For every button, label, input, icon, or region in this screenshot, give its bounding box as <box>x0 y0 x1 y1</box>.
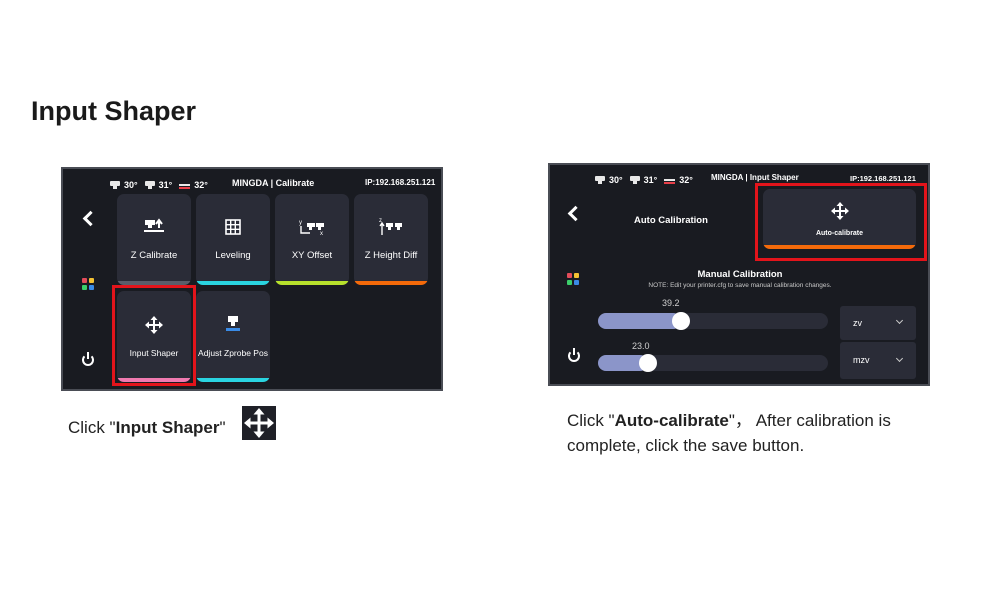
bed-temp: 32° <box>679 175 693 185</box>
tile-bar <box>196 378 270 382</box>
power-icon[interactable] <box>567 348 581 362</box>
slider-knob[interactable] <box>639 354 657 372</box>
caption-text: Click " <box>567 411 615 430</box>
page-title: Input Shaper <box>31 96 197 126</box>
caption-text: Click " <box>68 418 116 437</box>
tile-bar <box>196 281 270 285</box>
caption-text: complete, click the save button. <box>567 436 805 455</box>
tile-label: Leveling <box>215 250 251 261</box>
calibrate-screen: 30° 31° 32° MINGDA | Calibrate IP:192.16… <box>61 167 443 391</box>
apps-icon[interactable] <box>82 278 94 290</box>
nozzle-icon <box>595 175 605 185</box>
manual-calibration-title: Manual Calibration <box>697 269 783 280</box>
z-calibrate-icon <box>143 218 165 238</box>
svg-text:x: x <box>320 231 323 236</box>
select-value: zv <box>853 318 862 328</box>
xy-offset-icon: yx <box>298 218 326 240</box>
select-value: mzv <box>853 355 870 365</box>
frequency-slider[interactable] <box>598 354 828 372</box>
tile-label: XY Offset <box>291 250 333 261</box>
chevron-down-icon <box>895 354 904 363</box>
nozzle1-temp: 30° <box>609 175 623 185</box>
nozzle-icon <box>110 180 120 190</box>
tile-leveling[interactable]: Leveling <box>196 194 270 285</box>
z-height-icon: z <box>378 216 404 240</box>
tile-label: Z Height Diff <box>364 250 418 261</box>
tile-bar <box>354 281 428 285</box>
tile-label: Z Calibrate <box>130 250 178 261</box>
caption-bold: Input Shaper <box>115 418 220 437</box>
tile-label: Adjust Zprobe Pos <box>198 348 268 358</box>
highlight-box <box>112 285 196 386</box>
bed-temp: 32° <box>194 180 208 190</box>
slider-knob[interactable] <box>672 312 690 330</box>
caption-step-1: Click "Input Shaper" <box>68 415 226 440</box>
heated-bed-icon <box>664 176 676 185</box>
tile-z-height-diff[interactable]: z Z Height Diff <box>354 194 428 285</box>
frequency-slider[interactable] <box>598 312 828 330</box>
tile-adjust-zprobe-pos[interactable]: Adjust Zprobe Pos <box>196 291 270 382</box>
caption-text: " <box>219 418 226 437</box>
tile-z-calibrate[interactable]: Z Calibrate <box>117 194 191 285</box>
chevron-down-icon <box>895 316 904 325</box>
svg-text:y: y <box>299 220 302 226</box>
caption-bold: Auto-calibrate <box>614 411 729 430</box>
caption-step-2: Click "Auto-calibrate"， After calibratio… <box>567 408 891 458</box>
power-icon[interactable] <box>81 352 95 366</box>
slider-value: 23.0 <box>632 341 650 351</box>
shaper-type-select[interactable]: mzv <box>840 342 916 379</box>
tile-xy-offset[interactable]: yx XY Offset <box>275 194 349 285</box>
shaper-type-select[interactable]: zv <box>840 306 916 340</box>
slider-fill <box>598 313 681 329</box>
header-title: MINGDA | Calibrate <box>232 178 315 188</box>
nozzle-icon <box>144 180 155 190</box>
back-arrow-icon[interactable] <box>81 209 95 227</box>
auto-calibration-label: Auto Calibration <box>634 215 708 226</box>
nozzle2-temp: 31° <box>643 175 658 185</box>
highlight-box <box>755 183 927 261</box>
tile-bar <box>275 281 349 285</box>
nozzle-icon <box>629 175 640 185</box>
temperature-bar: 30° 31° 32° <box>110 178 208 192</box>
manual-calibration-note: NOTE: Edit your printer.cfg to save manu… <box>648 282 832 289</box>
ip-address: IP:192.168.251.121 <box>365 178 436 187</box>
slider-value: 39.2 <box>662 298 680 308</box>
grid-icon <box>225 219 241 239</box>
caption-text: "， After calibration is <box>728 411 891 430</box>
temperature-bar: 30° 31° 32° <box>595 173 693 187</box>
input-shaper-screen: 30° 31° 32° MINGDA | Input Shaper IP:192… <box>548 163 930 386</box>
probe-icon <box>226 315 240 337</box>
heated-bed-icon <box>179 181 191 190</box>
nozzle1-temp: 30° <box>124 180 138 190</box>
move-arrows-icon <box>242 406 276 440</box>
back-arrow-icon[interactable] <box>566 204 580 222</box>
nozzle2-temp: 31° <box>158 180 173 190</box>
